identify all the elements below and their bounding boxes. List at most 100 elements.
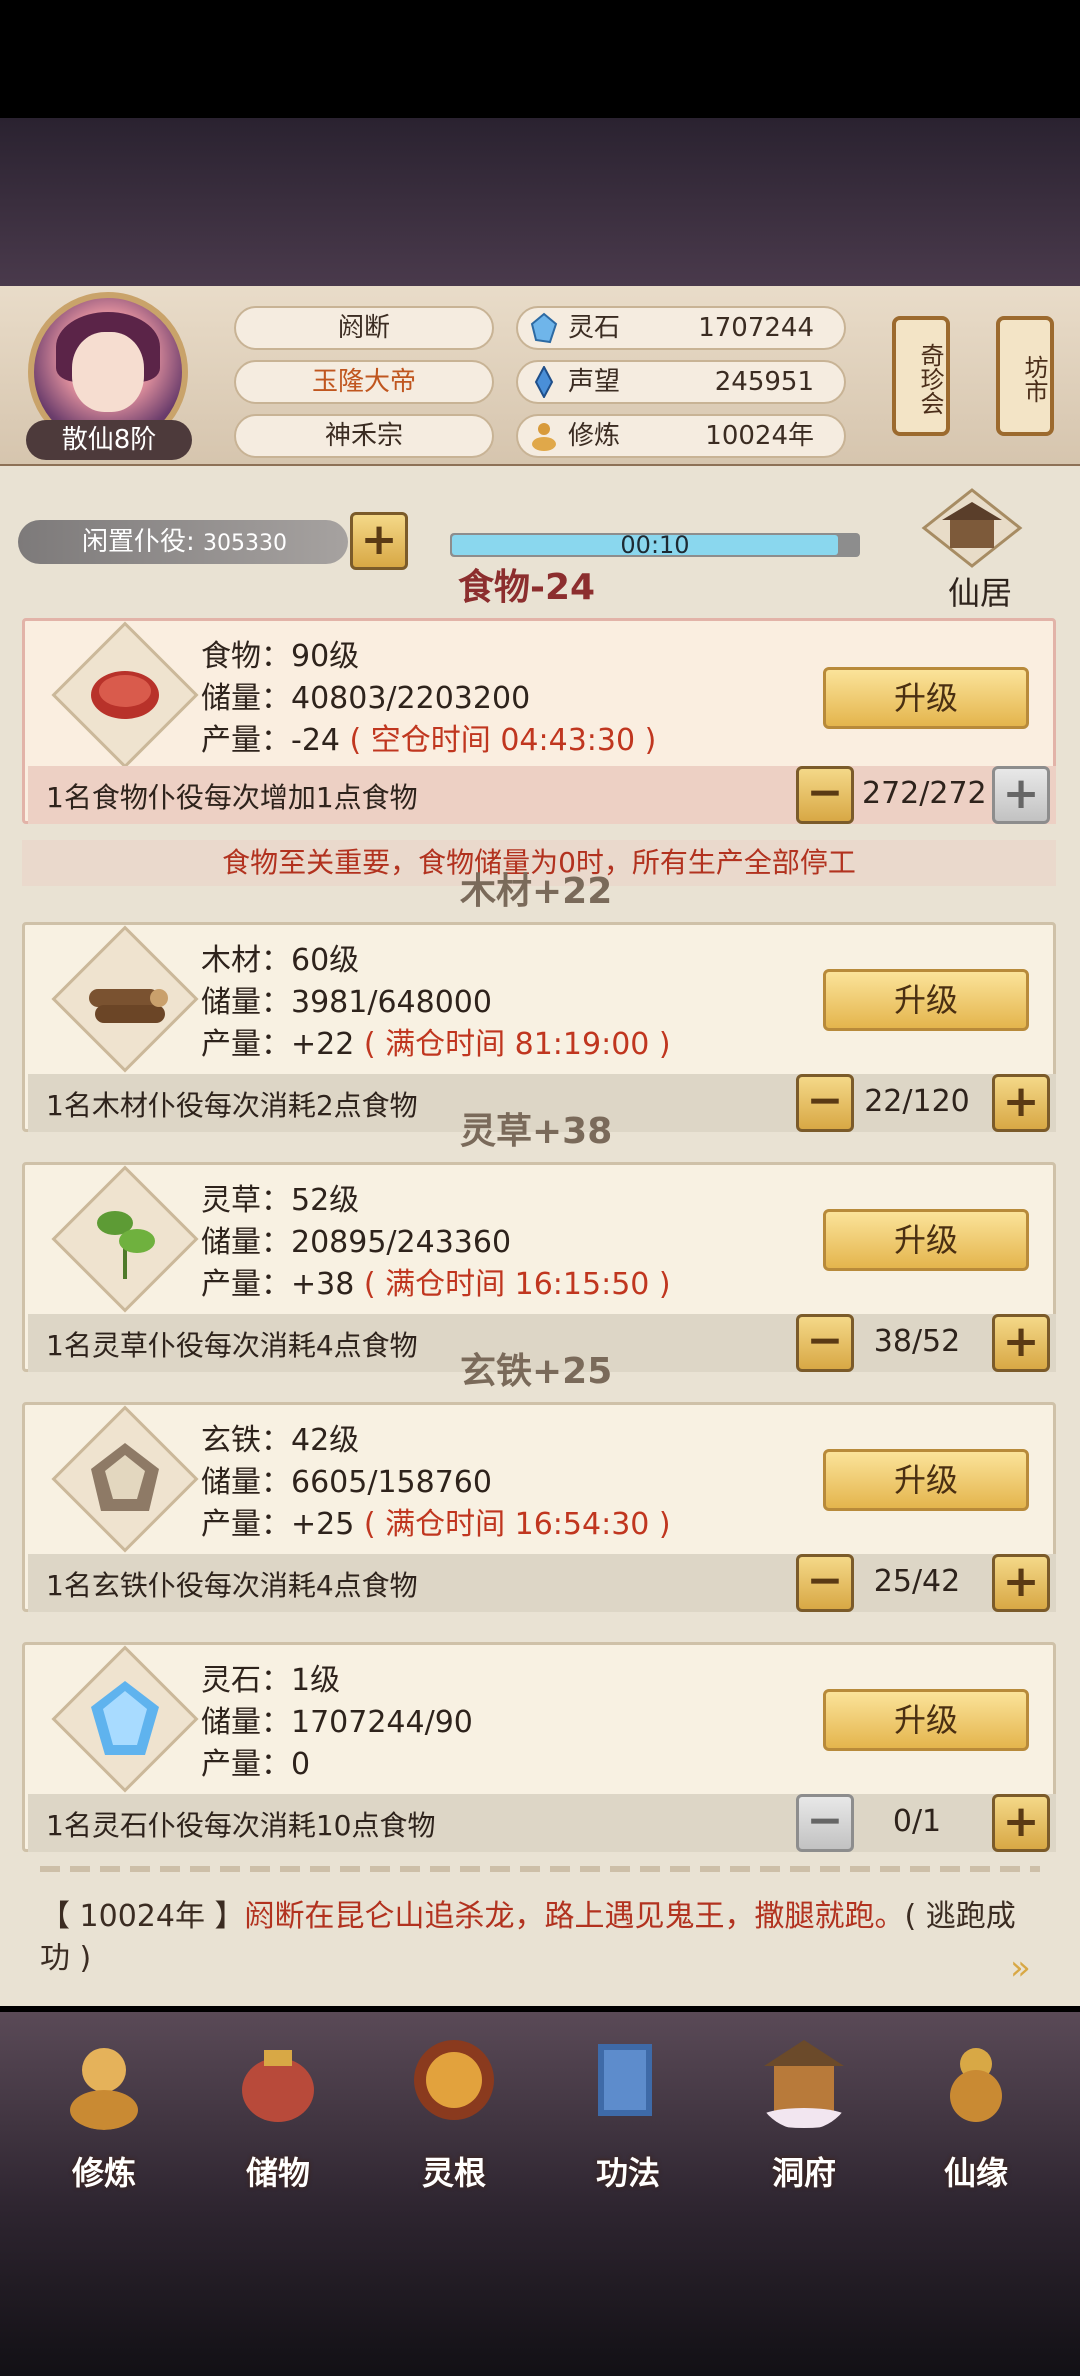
decrease-servant-button[interactable]: −: [796, 1074, 854, 1132]
output-value: 产量：0: [201, 1747, 311, 1782]
idle-label: 闲置仆役: [82, 527, 187, 557]
output-value: 产量：-24: [201, 723, 340, 758]
production-card: 玄铁：42级 储量：6605/158760 产量：+25 ( 满仓时间 16:5…: [22, 1402, 1056, 1612]
output-note: ( 满仓时间 16:15:50 ): [363, 1267, 671, 1302]
status-bar: [0, 0, 1080, 118]
increase-servant-button[interactable]: +: [992, 1314, 1050, 1372]
resource-cultivation: 修炼 10024年: [516, 414, 846, 458]
upgrade-button[interactable]: 升级: [823, 1689, 1029, 1751]
item-icon-frame: [51, 1645, 199, 1793]
production-card: 灵石：1级 储量：1707244/90 产量：0 升级 1名灵石仆役每次消耗10…: [22, 1642, 1056, 1852]
resource-spirit-stone: 灵石 1707244: [516, 306, 846, 350]
output-note: ( 满仓时间 81:19:00 ): [363, 1027, 671, 1062]
residence-label[interactable]: 仙居: [920, 568, 1040, 614]
market-banner[interactable]: 坊市: [996, 316, 1054, 436]
rank-label: 散仙8阶: [26, 420, 192, 460]
nav-label: 储物: [245, 2154, 310, 2192]
crystal-icon: [91, 1681, 159, 1755]
nav-label: 洞府: [771, 2154, 836, 2192]
nav-label: 仙缘: [943, 2154, 1008, 2192]
decrease-servant-button[interactable]: −: [796, 1794, 854, 1852]
meat-icon: [91, 671, 159, 719]
servant-desc: 1名食物仆役每次增加1点食物: [46, 781, 418, 814]
servant-row: 1名食物仆役每次增加1点食物 − 272/272 +: [28, 766, 1056, 824]
cultivation-icon: [532, 423, 556, 451]
floating-wood: 木材+22: [460, 871, 613, 912]
timer-bar: 00:10: [450, 531, 860, 559]
nav-book[interactable]: 功法: [558, 2030, 698, 2200]
item-level: 玄铁：42级: [201, 1423, 360, 1458]
decrease-servant-button[interactable]: −: [796, 766, 854, 824]
monk-icon: [70, 2048, 138, 2130]
servant-count: 22/120: [864, 1084, 970, 1119]
gourd-icon: [950, 2048, 1002, 2122]
nav-pavilion[interactable]: 洞府: [734, 2030, 874, 2200]
item-output: 产量：-24 ( 空仓时间 04:43:30 ): [201, 715, 656, 759]
player-sect: 神禾宗: [234, 414, 494, 458]
idle-servants: 闲置仆役: 305330: [18, 520, 348, 564]
production-card: 灵草：52级 储量：20895/243360 产量：+38 ( 满仓时间 16:…: [22, 1162, 1056, 1372]
increase-servant-button[interactable]: +: [992, 1074, 1050, 1132]
idle-count: 305330: [203, 531, 288, 556]
herb-icon: [97, 1211, 155, 1279]
resource-label: 声望: [568, 367, 621, 397]
player-title: 玉隆大帝: [234, 360, 494, 404]
bottom-bar: [0, 2208, 1080, 2376]
decrease-servant-button[interactable]: −: [796, 1314, 854, 1372]
production-card: 食物：90级 储量：40803/2203200 产量：-24 ( 空仓时间 04…: [22, 618, 1056, 824]
upgrade-button[interactable]: 升级: [823, 1209, 1029, 1271]
book-icon: [598, 2044, 652, 2116]
item-icon-frame: [51, 1405, 199, 1553]
increase-servant-button[interactable]: +: [992, 1554, 1050, 1612]
item-level: 灵草：52级: [201, 1183, 360, 1218]
resource-value: 245951: [714, 367, 814, 397]
output-value: 产量：+22: [201, 1027, 355, 1062]
output-value: 产量：+38: [201, 1267, 355, 1302]
logs-icon: [89, 989, 168, 1023]
residence-icon[interactable]: [916, 488, 1028, 568]
item-storage: 储量：40803/2203200: [201, 681, 531, 716]
taiji-icon: [414, 2040, 494, 2120]
resource-reputation: 声望 245951: [516, 360, 846, 404]
nav-bag[interactable]: 储物: [208, 2030, 348, 2200]
item-icon-frame: [51, 621, 199, 769]
item-output: 产量：+22 ( 满仓时间 81:19:00 ): [201, 1019, 671, 1063]
item-storage: 储量：6605/158760: [201, 1465, 492, 1500]
nav-label: 修炼: [71, 2154, 136, 2192]
pavilion-icon: [760, 2040, 848, 2128]
nav-gourd[interactable]: 仙缘: [906, 2030, 1046, 2200]
resource-value: 1707244: [698, 313, 814, 343]
nav-taiji[interactable]: 灵根: [384, 2030, 524, 2200]
avatar-face: [72, 332, 144, 412]
divider: [40, 1866, 1040, 1872]
upgrade-button[interactable]: 升级: [823, 969, 1029, 1031]
reputation-icon: [534, 366, 554, 398]
production-card: 木材：60级 储量：3981/648000 产量：+22 ( 满仓时间 81:1…: [22, 922, 1056, 1132]
increase-servant-button[interactable]: +: [992, 766, 1050, 824]
output-note: ( 满仓时间 16:54:30 ): [363, 1507, 671, 1542]
servant-count: 25/42: [873, 1564, 961, 1599]
resource-label: 灵石: [568, 313, 621, 343]
log-next-icon[interactable]: »: [1010, 1948, 1050, 1988]
item-icon-frame: [51, 1165, 199, 1313]
qizhen-banner[interactable]: 奇珍会: [892, 316, 950, 436]
backdrop: [0, 118, 1080, 288]
floating-food: 食物-24: [458, 567, 596, 608]
item-icon-frame: [51, 925, 199, 1073]
servant-count: 0/1: [892, 1804, 942, 1839]
log-body: 阏断在昆仑山追杀龙，路上遇见鬼王，撒腿就跑。: [244, 1899, 905, 1934]
servant-row: 1名玄铁仆役每次消耗4点食物 − 25/42 +: [28, 1554, 1056, 1612]
servant-row: 1名灵石仆役每次消耗10点食物 − 0/1 +: [28, 1794, 1056, 1852]
item-storage: 储量：1707244/90: [201, 1705, 473, 1740]
upgrade-button[interactable]: 升级: [823, 1449, 1029, 1511]
timer-text: 00:10: [620, 531, 690, 559]
item-level: 灵石：1级: [201, 1663, 341, 1698]
ore-icon: [91, 1443, 159, 1511]
decrease-servant-button[interactable]: −: [796, 1554, 854, 1612]
add-idle-button[interactable]: +: [350, 512, 408, 570]
increase-servant-button[interactable]: +: [992, 1794, 1050, 1852]
upgrade-button[interactable]: 升级: [823, 667, 1029, 729]
item-output: 产量：0: [201, 1739, 310, 1783]
nav-monk[interactable]: 修炼: [34, 2030, 174, 2200]
item-level: 食物：90级: [201, 639, 360, 674]
